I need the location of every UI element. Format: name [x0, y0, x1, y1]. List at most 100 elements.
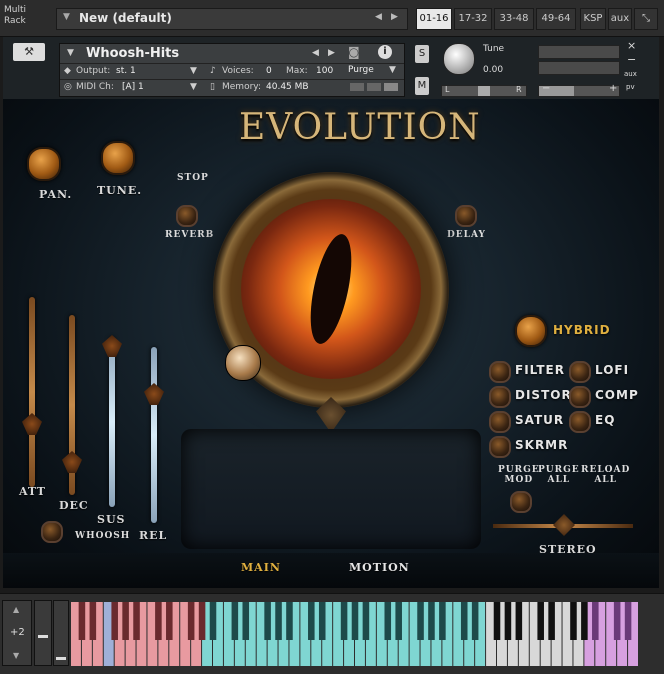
- tune-knob[interactable]: [101, 141, 135, 175]
- wrench-icon[interactable]: ⚒: [13, 43, 45, 61]
- black-key[interactable]: [439, 602, 446, 640]
- comp-toggle[interactable]: [569, 386, 591, 408]
- purge-knob[interactable]: [510, 491, 532, 513]
- black-key[interactable]: [155, 602, 162, 640]
- minimize-icon[interactable]: −: [627, 53, 636, 66]
- stop-label[interactable]: STOP: [177, 173, 209, 183]
- tab-01-16[interactable]: 01-16: [416, 8, 452, 30]
- max-value[interactable]: 100: [316, 66, 333, 76]
- tune-knob-header[interactable]: [443, 43, 475, 75]
- black-key[interactable]: [504, 602, 512, 640]
- output-dropdown-icon[interactable]: ▼: [190, 66, 197, 76]
- camera-icon[interactable]: ◙: [348, 45, 360, 59]
- black-key[interactable]: [187, 602, 195, 640]
- purge-all-button[interactable]: PURGE ALL: [538, 465, 580, 485]
- black-key[interactable]: [122, 602, 129, 640]
- output-value[interactable]: st. 1: [116, 66, 136, 76]
- sus-slider-track[interactable]: [109, 337, 115, 507]
- purge-dropdown-icon[interactable]: ▼: [389, 65, 396, 75]
- eye-knob[interactable]: [225, 345, 261, 381]
- tab-aux[interactable]: aux: [608, 8, 632, 30]
- eq-toggle[interactable]: [569, 411, 591, 433]
- black-key[interactable]: [209, 602, 217, 640]
- tab-33-48[interactable]: 33-48: [494, 8, 534, 30]
- delay-knob[interactable]: [455, 205, 477, 227]
- black-key[interactable]: [395, 602, 402, 640]
- octave-down-icon[interactable]: ▼: [13, 651, 19, 660]
- black-key[interactable]: [264, 602, 271, 640]
- midi-value[interactable]: [A] 1: [122, 82, 144, 92]
- instrument-dropdown-icon[interactable]: ▼: [67, 48, 74, 58]
- pan-handle[interactable]: [478, 86, 490, 96]
- tab-17-32[interactable]: 17-32: [454, 8, 492, 30]
- rel-slider-track[interactable]: [151, 347, 157, 523]
- black-key[interactable]: [362, 602, 370, 640]
- preset-dropdown-icon[interactable]: ▼: [63, 12, 70, 22]
- mute-button[interactable]: M: [415, 77, 429, 95]
- info-icon[interactable]: i: [378, 45, 392, 59]
- black-key[interactable]: [515, 602, 523, 640]
- purge-mod-button[interactable]: PURGE MOD: [498, 465, 540, 485]
- whoosh-knob[interactable]: [41, 521, 63, 543]
- hybrid-button[interactable]: [515, 315, 547, 347]
- black-key[interactable]: [111, 602, 118, 640]
- multi-preset-selector[interactable]: ▼ New (default) ◀ ▶: [56, 8, 408, 30]
- black-key[interactable]: [537, 602, 544, 640]
- black-key[interactable]: [570, 602, 577, 640]
- midi-dropdown-icon[interactable]: ▼: [190, 82, 197, 92]
- lofi-toggle[interactable]: [569, 361, 591, 383]
- black-key[interactable]: [231, 602, 239, 640]
- black-key[interactable]: [493, 602, 501, 640]
- reload-all-button[interactable]: RELOAD ALL: [581, 465, 630, 485]
- black-key[interactable]: [384, 602, 392, 640]
- black-key[interactable]: [613, 602, 621, 640]
- pv-button[interactable]: pv: [626, 83, 635, 91]
- pan-slider[interactable]: L R: [441, 85, 527, 97]
- preset-next-icon[interactable]: ▶: [391, 12, 398, 22]
- att-slider-track[interactable]: [29, 297, 35, 487]
- octave-up-icon[interactable]: ▲: [13, 605, 19, 614]
- black-key[interactable]: [166, 602, 173, 640]
- black-key[interactable]: [275, 602, 282, 640]
- distor-toggle[interactable]: [489, 386, 511, 408]
- black-key[interactable]: [548, 602, 555, 640]
- purge-dropdown[interactable]: Purge ▼: [345, 65, 401, 78]
- black-key[interactable]: [417, 602, 424, 640]
- inst-next-icon[interactable]: ▶: [328, 48, 335, 58]
- tab-ksp[interactable]: KSP: [580, 8, 606, 30]
- black-key[interactable]: [460, 602, 468, 640]
- collapse-icon[interactable]: ⤡: [634, 8, 658, 30]
- black-key[interactable]: [581, 602, 588, 640]
- black-key[interactable]: [351, 602, 359, 640]
- aux-button[interactable]: aux: [624, 70, 637, 78]
- piano-keyboard[interactable]: [71, 602, 639, 666]
- close-icon[interactable]: ×: [627, 39, 636, 52]
- tab-motion[interactable]: MOTION: [349, 561, 410, 574]
- black-key[interactable]: [78, 602, 86, 640]
- skrmr-toggle[interactable]: [489, 436, 511, 458]
- filter-toggle[interactable]: [489, 361, 511, 383]
- volume-minus-icon[interactable]: −: [542, 83, 550, 94]
- black-key[interactable]: [471, 602, 479, 640]
- tab-main[interactable]: MAIN: [241, 561, 281, 574]
- volume-plus-icon[interactable]: +: [609, 83, 617, 94]
- black-key[interactable]: [318, 602, 326, 640]
- reverb-knob[interactable]: [176, 205, 198, 227]
- black-key[interactable]: [428, 602, 435, 640]
- volume-slider[interactable]: − +: [538, 83, 620, 97]
- inst-prev-icon[interactable]: ◀: [312, 48, 319, 58]
- mod-wheel[interactable]: [34, 600, 52, 666]
- black-key[interactable]: [133, 602, 140, 640]
- tab-49-64[interactable]: 49-64: [536, 8, 576, 30]
- black-key[interactable]: [89, 602, 97, 640]
- pan-knob[interactable]: [27, 147, 61, 181]
- black-key[interactable]: [624, 602, 632, 640]
- satur-toggle[interactable]: [489, 411, 511, 433]
- preset-prev-icon[interactable]: ◀: [375, 12, 382, 22]
- solo-button[interactable]: S: [415, 45, 429, 63]
- black-key[interactable]: [340, 602, 348, 640]
- black-key[interactable]: [592, 602, 599, 640]
- octave-control[interactable]: ▲ +2 ▼: [2, 600, 32, 666]
- black-key[interactable]: [286, 602, 293, 640]
- black-key[interactable]: [198, 602, 206, 640]
